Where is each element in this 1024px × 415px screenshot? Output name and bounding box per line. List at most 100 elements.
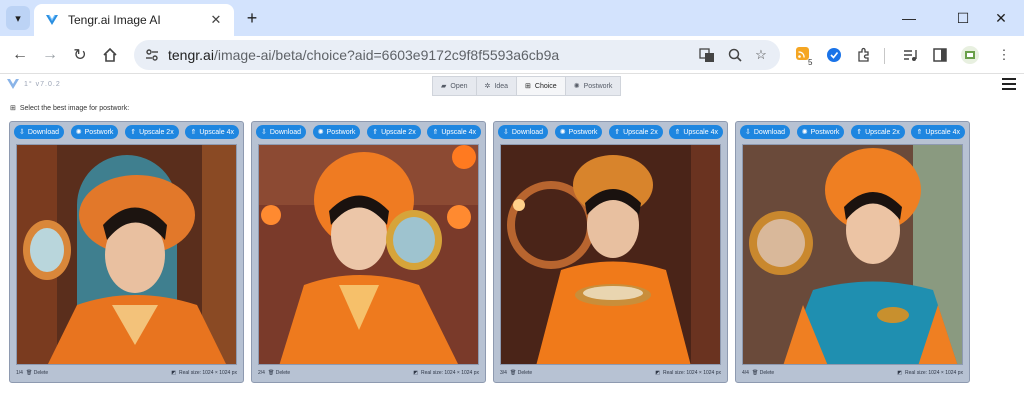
- close-tab-icon[interactable]: ✕: [208, 12, 224, 28]
- card-footer: 1/4 🗑 Delete ◩ Real size: 1024 × 1024 px: [16, 367, 237, 379]
- step-open[interactable]: ▰ Open: [433, 77, 477, 95]
- close-icon: ✕: [995, 9, 1007, 26]
- delete-button[interactable]: 🗑 Delete: [26, 370, 48, 376]
- upscale-icon: ⇑: [856, 129, 863, 136]
- generated-image[interactable]: [742, 144, 963, 365]
- delete-button[interactable]: 🗑 Delete: [510, 370, 532, 376]
- trash-icon: 🗑: [751, 370, 759, 376]
- real-size: Real size: 1024 × 1024 px: [663, 370, 721, 376]
- upscale-2x-button[interactable]: ⇑ Upscale 2x: [367, 125, 421, 139]
- step-choice-label: Choice: [534, 82, 557, 90]
- upscale-2x-label: Upscale 2x: [139, 128, 174, 136]
- address-bar[interactable]: tengr.ai/image-ai/beta/choice?aid=6603e9…: [134, 40, 780, 70]
- delete-label: Delete: [517, 370, 533, 376]
- upscale-2x-label: Upscale 2x: [623, 128, 658, 136]
- card-actions: ⇩ Download ✺ Postwork ⇑ Upscale 2x ⇑ Upscale…: [14, 125, 239, 139]
- upscale-2x-label: Upscale 2x: [865, 128, 900, 136]
- step-idea-label: Idea: [494, 82, 509, 90]
- tengr-logo-icon: [46, 14, 58, 25]
- browser-menu-icon[interactable]: ⋮: [994, 45, 1014, 65]
- portrait-image-4: [743, 145, 962, 364]
- download-icon: ⇩: [19, 129, 25, 136]
- upscale-2x-button[interactable]: ⇑ Upscale 2x: [851, 125, 905, 139]
- app-version: 1° v7.0.2: [24, 80, 61, 88]
- browser-tab[interactable]: Tengr.ai Image AI ✕: [34, 4, 234, 36]
- real-size: Real size: 1024 × 1024 px: [421, 370, 479, 376]
- real-size: Real size: 1024 × 1024 px: [905, 370, 963, 376]
- tab-title: Tengr.ai Image AI: [68, 13, 161, 27]
- delete-button[interactable]: 🗑 Delete: [752, 370, 774, 376]
- home-button[interactable]: [98, 43, 122, 67]
- translate-icon[interactable]: [698, 46, 716, 64]
- app-menu-button[interactable]: [1002, 78, 1016, 90]
- portrait-image-3: [501, 145, 720, 364]
- arrow-right-icon: →: [42, 46, 58, 63]
- postwork-button[interactable]: ✺ Postwork: [796, 125, 845, 139]
- extensions-puzzle-icon[interactable]: [854, 45, 874, 65]
- upscale-4x-button[interactable]: ⇑ Upscale 4x: [427, 125, 481, 139]
- postwork-button[interactable]: ✺ Postwork: [70, 125, 119, 139]
- postwork-icon: ✺: [559, 129, 566, 136]
- download-icon: ⇩: [503, 129, 509, 136]
- step-choice[interactable]: ⊞ Choice: [517, 77, 566, 95]
- upscale-4x-label: Upscale 4x: [199, 128, 234, 136]
- delete-label: Delete: [759, 370, 775, 376]
- new-tab-button[interactable]: +: [240, 6, 264, 30]
- side-panel-icon[interactable]: [930, 45, 950, 65]
- image-card-4: ⇩ Download ✺ Postwork ⇑ Upscale 2x ⇑ Upscale…: [735, 121, 970, 383]
- site-info-icon[interactable]: [144, 47, 160, 63]
- upscale-4x-button[interactable]: ⇑ Upscale 4x: [911, 125, 965, 139]
- download-button[interactable]: ⇩ Download: [14, 125, 65, 139]
- url-path: /image-ai/beta/choice?aid=6603e9172c9f8f…: [213, 47, 560, 63]
- upscale-2x-button[interactable]: ⇑ Upscale 2x: [609, 125, 663, 139]
- minimize-button[interactable]: —: [886, 0, 932, 36]
- delete-button[interactable]: 🗑 Delete: [268, 370, 290, 376]
- download-button[interactable]: ⇩ Download: [256, 125, 307, 139]
- page-content: 1° v7.0.2 ▰ Open ✲ Idea ⊞ Choice ✺ Postw…: [0, 74, 1024, 415]
- upscale-4x-button[interactable]: ⇑ Upscale 4x: [669, 125, 723, 139]
- download-button[interactable]: ⇩ Download: [498, 125, 549, 139]
- trash-icon: 🗑: [509, 370, 517, 376]
- card-footer: 4/4 🗑 Delete ◩ Real size: 1024 × 1024 px: [742, 367, 963, 379]
- back-button[interactable]: ←: [8, 43, 32, 67]
- zoom-icon[interactable]: [726, 46, 744, 64]
- media-controls-icon[interactable]: [900, 45, 920, 65]
- postwork-label: Postwork: [568, 128, 598, 136]
- trash-icon: 🗑: [25, 370, 33, 376]
- bookmark-star-icon[interactable]: ☆: [752, 46, 770, 64]
- image-card-1: ⇩ Download ✺ Postwork ⇑ Upscale 2x ⇑ Upscale…: [9, 121, 244, 383]
- upscale-icon: ⇑: [190, 129, 197, 136]
- postwork-button[interactable]: ✺ Postwork: [554, 125, 603, 139]
- upscale-2x-button[interactable]: ⇑ Upscale 2x: [125, 125, 179, 139]
- upscale-4x-label: Upscale 4x: [441, 128, 476, 136]
- resize-icon: ◩: [655, 370, 661, 376]
- upscale-icon: ⇑: [916, 129, 923, 136]
- postwork-icon: ✺: [573, 83, 580, 90]
- generated-image[interactable]: [16, 144, 237, 365]
- reload-button[interactable]: ↻: [68, 43, 92, 67]
- generated-image[interactable]: [500, 144, 721, 365]
- home-icon: [103, 47, 117, 62]
- upscale-4x-button[interactable]: ⇑ Upscale 4x: [185, 125, 239, 139]
- tab-bar: ▾ Tengr.ai Image AI ✕ + — ☐ ✕: [0, 0, 1024, 36]
- forward-button[interactable]: →: [38, 43, 62, 67]
- generated-image[interactable]: [258, 144, 479, 365]
- profile-avatar-icon[interactable]: [960, 45, 980, 65]
- tab-search-button[interactable]: ▾: [6, 6, 30, 30]
- card-index: 3/4: [500, 370, 507, 376]
- portrait-image-2: [259, 145, 478, 364]
- step-idea[interactable]: ✲ Idea: [477, 77, 518, 95]
- close-window-button[interactable]: ✕: [978, 0, 1024, 36]
- chevron-down-icon: ▾: [15, 12, 21, 25]
- blue-extension-icon[interactable]: [824, 45, 844, 65]
- extension-badge: 5: [808, 58, 813, 67]
- app-logo[interactable]: 1° v7.0.2: [6, 78, 61, 90]
- instruction-text: Select the best image for postwork:: [19, 104, 130, 112]
- download-icon: ⇩: [261, 129, 267, 136]
- step-postwork[interactable]: ✺ Postwork: [566, 77, 621, 95]
- postwork-button[interactable]: ✺ Postwork: [312, 125, 361, 139]
- download-label: Download: [511, 128, 544, 136]
- tengr-logo-icon: [7, 79, 19, 89]
- download-button[interactable]: ⇩ Download: [740, 125, 791, 139]
- resize-icon: ◩: [413, 370, 419, 376]
